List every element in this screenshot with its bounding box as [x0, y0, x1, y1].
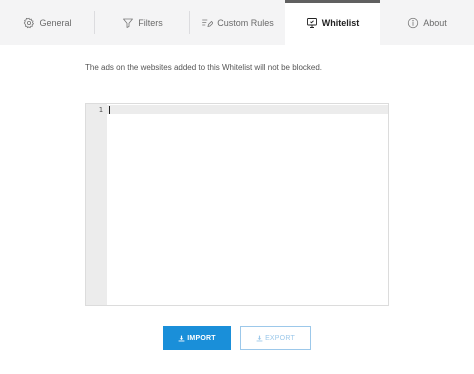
- export-button-label: EXPORT: [265, 334, 295, 342]
- tab-custom-rules[interactable]: Custom Rules: [190, 0, 285, 45]
- tab-bar: General Filters Custom Rules Whitelist A…: [0, 0, 474, 45]
- import-button[interactable]: IMPORT: [163, 326, 231, 350]
- tab-whitelist-label: Whitelist: [321, 17, 360, 28]
- editor-gutter: 1: [86, 104, 107, 305]
- line-number: 1: [98, 106, 103, 114]
- tab-about[interactable]: About: [380, 0, 474, 45]
- export-button[interactable]: EXPORT: [240, 326, 311, 350]
- monitor-icon: [306, 17, 318, 29]
- info-icon: [407, 17, 419, 29]
- import-button-label: IMPORT: [187, 334, 216, 342]
- tab-general-label: General: [39, 17, 72, 28]
- tab-whitelist[interactable]: Whitelist: [285, 0, 380, 45]
- tab-custom-rules-label: Custom Rules: [217, 17, 274, 28]
- gear-icon: [23, 17, 35, 29]
- tab-filters[interactable]: Filters: [95, 0, 190, 45]
- tab-about-label: About: [423, 17, 447, 28]
- tab-general[interactable]: General: [0, 0, 95, 45]
- filter-icon: [122, 17, 134, 29]
- edit-list-icon: [201, 17, 214, 29]
- download-icon: [178, 335, 185, 342]
- whitelist-description: The ads on the websites added to this Wh…: [85, 63, 323, 72]
- active-line-highlight: [107, 105, 388, 114]
- download-icon: [256, 335, 263, 342]
- text-cursor: [109, 106, 110, 114]
- tab-filters-label: Filters: [138, 17, 163, 28]
- whitelist-editor[interactable]: 1: [85, 103, 389, 306]
